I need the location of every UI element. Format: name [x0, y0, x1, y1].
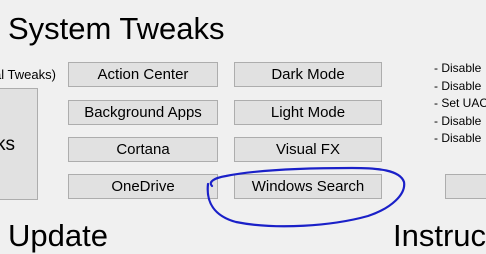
cortana-button[interactable]: Cortana	[68, 137, 218, 162]
section-title-system-tweaks: System Tweaks	[8, 11, 225, 46]
background-apps-button[interactable]: Background Apps	[68, 100, 218, 125]
group-label: al Tweaks)	[0, 67, 56, 82]
recommended-tweaks-label: ks	[0, 134, 15, 155]
description-line: - Disable	[434, 61, 482, 75]
description-line: - Disable	[434, 113, 482, 128]
section-title-instructions: Instruc	[393, 218, 486, 253]
light-mode-button[interactable]: Light Mode	[234, 100, 382, 125]
windows-search-button[interactable]: Windows Search	[234, 174, 382, 199]
dark-mode-button[interactable]: Dark Mode	[234, 62, 382, 87]
description-line: - Set UAC	[434, 96, 486, 110]
description-line: - Disable	[434, 131, 482, 145]
description-line: - Disable	[434, 78, 482, 93]
right-edge-button[interactable]	[445, 174, 486, 199]
onedrive-button[interactable]: OneDrive	[68, 174, 218, 199]
visual-fx-button[interactable]: Visual FX	[234, 137, 382, 162]
section-title-update: Update	[8, 218, 108, 253]
tweak-description-list: - Disable - Disable - Set UAC - Disable …	[434, 60, 486, 148]
action-center-button[interactable]: Action Center	[68, 62, 218, 87]
